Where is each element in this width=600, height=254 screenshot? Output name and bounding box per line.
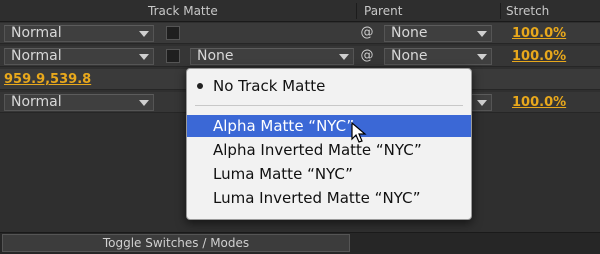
parent-select[interactable] — [470, 94, 492, 111]
pick-whip-icon[interactable]: @ — [360, 25, 374, 41]
chevron-down-icon — [477, 54, 487, 60]
menu-item-label: Alpha Matte “NYC” — [213, 117, 355, 135]
parent-select-value: None — [391, 25, 428, 41]
menu-item-no-track-matte[interactable]: No Track Matte — [187, 75, 471, 97]
chevron-down-icon — [139, 100, 149, 106]
chevron-down-icon — [477, 100, 487, 106]
chevron-down-icon — [139, 31, 149, 37]
preserve-transparency-checkbox[interactable] — [166, 26, 180, 40]
track-matte-select-value: None — [197, 48, 234, 64]
header-parent: Parent — [364, 4, 403, 18]
pointer-cursor-icon — [351, 122, 367, 143]
stretch-value[interactable]: 100.0% — [512, 26, 566, 41]
track-matte-menu: No Track Matte Alpha Matte “NYC” Alpha I… — [186, 68, 472, 220]
track-matte-select[interactable]: None — [190, 48, 354, 65]
menu-item-luma-matte[interactable]: Luma Matte “NYC” — [187, 163, 471, 185]
parent-select[interactable]: None — [384, 48, 492, 65]
menu-divider — [195, 105, 463, 106]
pick-whip-icon[interactable]: @ — [360, 48, 374, 64]
menu-item-label: Luma Matte “NYC” — [213, 165, 353, 183]
stretch-value[interactable]: 100.0% — [512, 49, 566, 64]
chevron-down-icon — [139, 54, 149, 60]
menu-item-label: Luma Inverted Matte “NYC” — [213, 189, 421, 207]
header-track-matte: Track Matte — [148, 4, 218, 18]
mode-select[interactable]: Normal — [4, 94, 154, 111]
header-divider — [356, 3, 357, 19]
mode-select[interactable]: Normal — [4, 25, 154, 42]
chevron-down-icon — [339, 54, 349, 60]
toggle-switches-modes-button[interactable]: Toggle Switches / Modes — [2, 234, 350, 252]
stretch-value[interactable]: 100.0% — [512, 95, 566, 110]
mode-select-value: Normal — [11, 48, 62, 64]
menu-item-label: Alpha Inverted Matte “NYC” — [213, 141, 422, 159]
mode-select[interactable]: Normal — [4, 48, 154, 65]
menu-item-alpha-matte[interactable]: Alpha Matte “NYC” — [187, 115, 471, 137]
chevron-down-icon — [477, 31, 487, 37]
parent-select-value: None — [391, 48, 428, 64]
header-stretch: Stretch — [506, 4, 550, 18]
menu-item-label: No Track Matte — [213, 77, 326, 95]
mode-select-value: Normal — [11, 25, 62, 41]
menu-item-luma-inverted-matte[interactable]: Luma Inverted Matte “NYC” — [187, 187, 471, 209]
mode-select-value: Normal — [11, 94, 62, 110]
position-value[interactable]: 959.9,539.8 — [4, 72, 91, 87]
bullet-icon — [197, 83, 203, 89]
header-divider — [500, 3, 501, 19]
menu-item-alpha-inverted-matte[interactable]: Alpha Inverted Matte “NYC” — [187, 139, 471, 161]
preserve-transparency-checkbox[interactable] — [166, 49, 180, 63]
parent-select[interactable]: None — [384, 25, 492, 42]
